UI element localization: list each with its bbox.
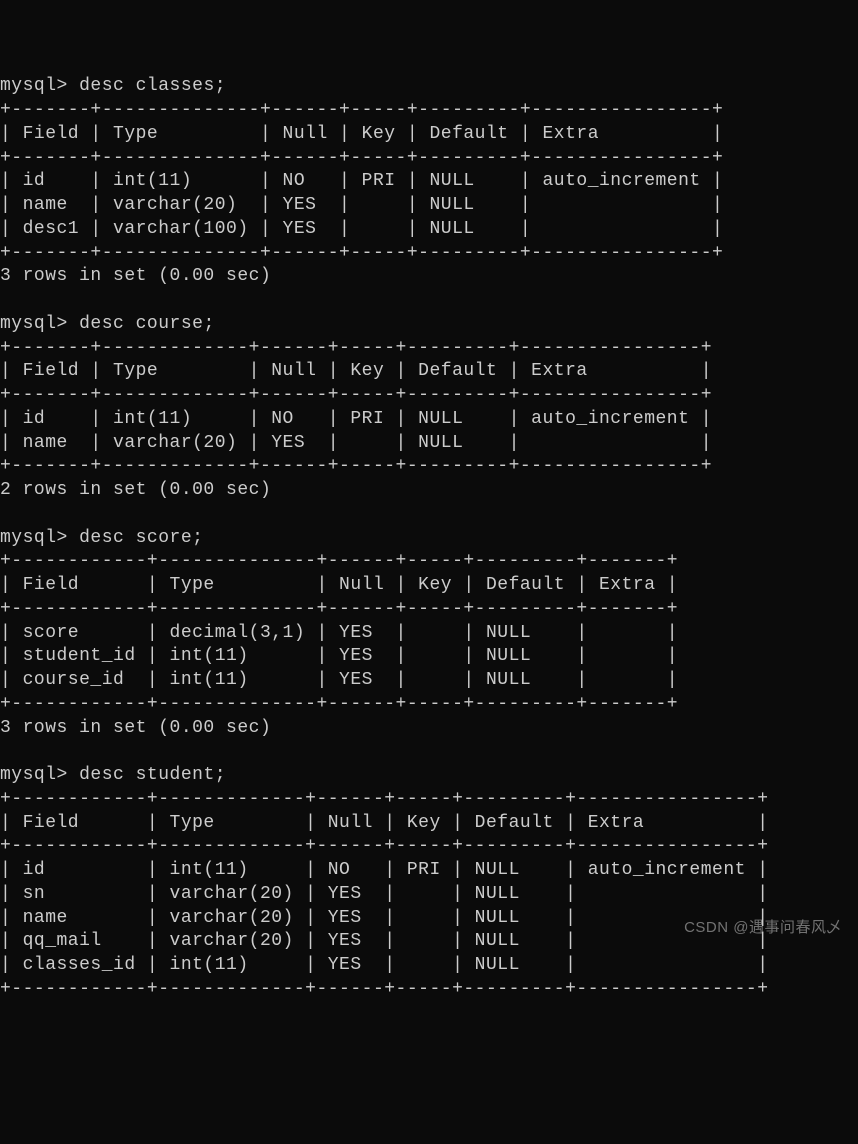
prompt: mysql>	[0, 528, 68, 548]
prompt: mysql>	[0, 76, 68, 96]
watermark: CSDN @遇事问春风乄	[684, 918, 842, 938]
table-row: | desc1 | varchar(100) | YES | | NULL | …	[0, 219, 723, 239]
table-row: | classes_id | int(11) | YES | | NULL | …	[0, 955, 769, 975]
table-row: | id | int(11) | NO | PRI | NULL | auto_…	[0, 171, 723, 191]
prompt: mysql>	[0, 765, 68, 785]
rows-footer: 3 rows in set (0.00 sec)	[0, 266, 271, 286]
table-row: | qq_mail | varchar(20) | YES | | NULL |…	[0, 931, 769, 951]
table-row: | name | varchar(20) | YES | | NULL | |	[0, 433, 712, 453]
prompt: mysql>	[0, 314, 68, 334]
table-header: | Field | Type | Null | Key | Default | …	[0, 813, 769, 833]
table-border: +-------+--------------+------+-----+---…	[0, 243, 723, 263]
terminal-output: mysql> desc classes; +-------+----------…	[0, 75, 858, 1001]
rows-footer: 2 rows in set (0.00 sec)	[0, 480, 271, 500]
table-row: | id | int(11) | NO | PRI | NULL | auto_…	[0, 409, 712, 429]
table-row: | sn | varchar(20) | YES | | NULL | |	[0, 884, 769, 904]
command-desc-student: desc student;	[79, 765, 226, 785]
table-border: +-------+-------------+------+-----+----…	[0, 338, 712, 358]
table-border: +------------+--------------+------+----…	[0, 599, 678, 619]
table-row: | id | int(11) | NO | PRI | NULL | auto_…	[0, 860, 769, 880]
table-border: +-------+-------------+------+-----+----…	[0, 385, 712, 405]
table-border: +------------+-------------+------+-----…	[0, 836, 769, 856]
table-header: | Field | Type | Null | Key | Default | …	[0, 124, 723, 144]
command-desc-score: desc score;	[79, 528, 203, 548]
table-header: | Field | Type | Null | Key | Default | …	[0, 575, 678, 595]
table-row: | name | varchar(20) | YES | | NULL | |	[0, 195, 723, 215]
table-border: +-------+--------------+------+-----+---…	[0, 100, 723, 120]
table-row: | course_id | int(11) | YES | | NULL | |	[0, 670, 678, 690]
table-row: | score | decimal(3,1) | YES | | NULL | …	[0, 623, 678, 643]
table-border: +------------+--------------+------+----…	[0, 551, 678, 571]
command-desc-classes: desc classes;	[79, 76, 226, 96]
command-desc-course: desc course;	[79, 314, 215, 334]
table-row: | student_id | int(11) | YES | | NULL | …	[0, 646, 678, 666]
table-row: | name | varchar(20) | YES | | NULL | |	[0, 908, 769, 928]
table-border: +------------+-------------+------+-----…	[0, 979, 769, 999]
table-header: | Field | Type | Null | Key | Default | …	[0, 361, 712, 381]
rows-footer: 3 rows in set (0.00 sec)	[0, 718, 271, 738]
table-border: +------------+-------------+------+-----…	[0, 789, 769, 809]
table-border: +-------+-------------+------+-----+----…	[0, 456, 712, 476]
table-border: +------------+--------------+------+----…	[0, 694, 678, 714]
table-border: +-------+--------------+------+-----+---…	[0, 148, 723, 168]
